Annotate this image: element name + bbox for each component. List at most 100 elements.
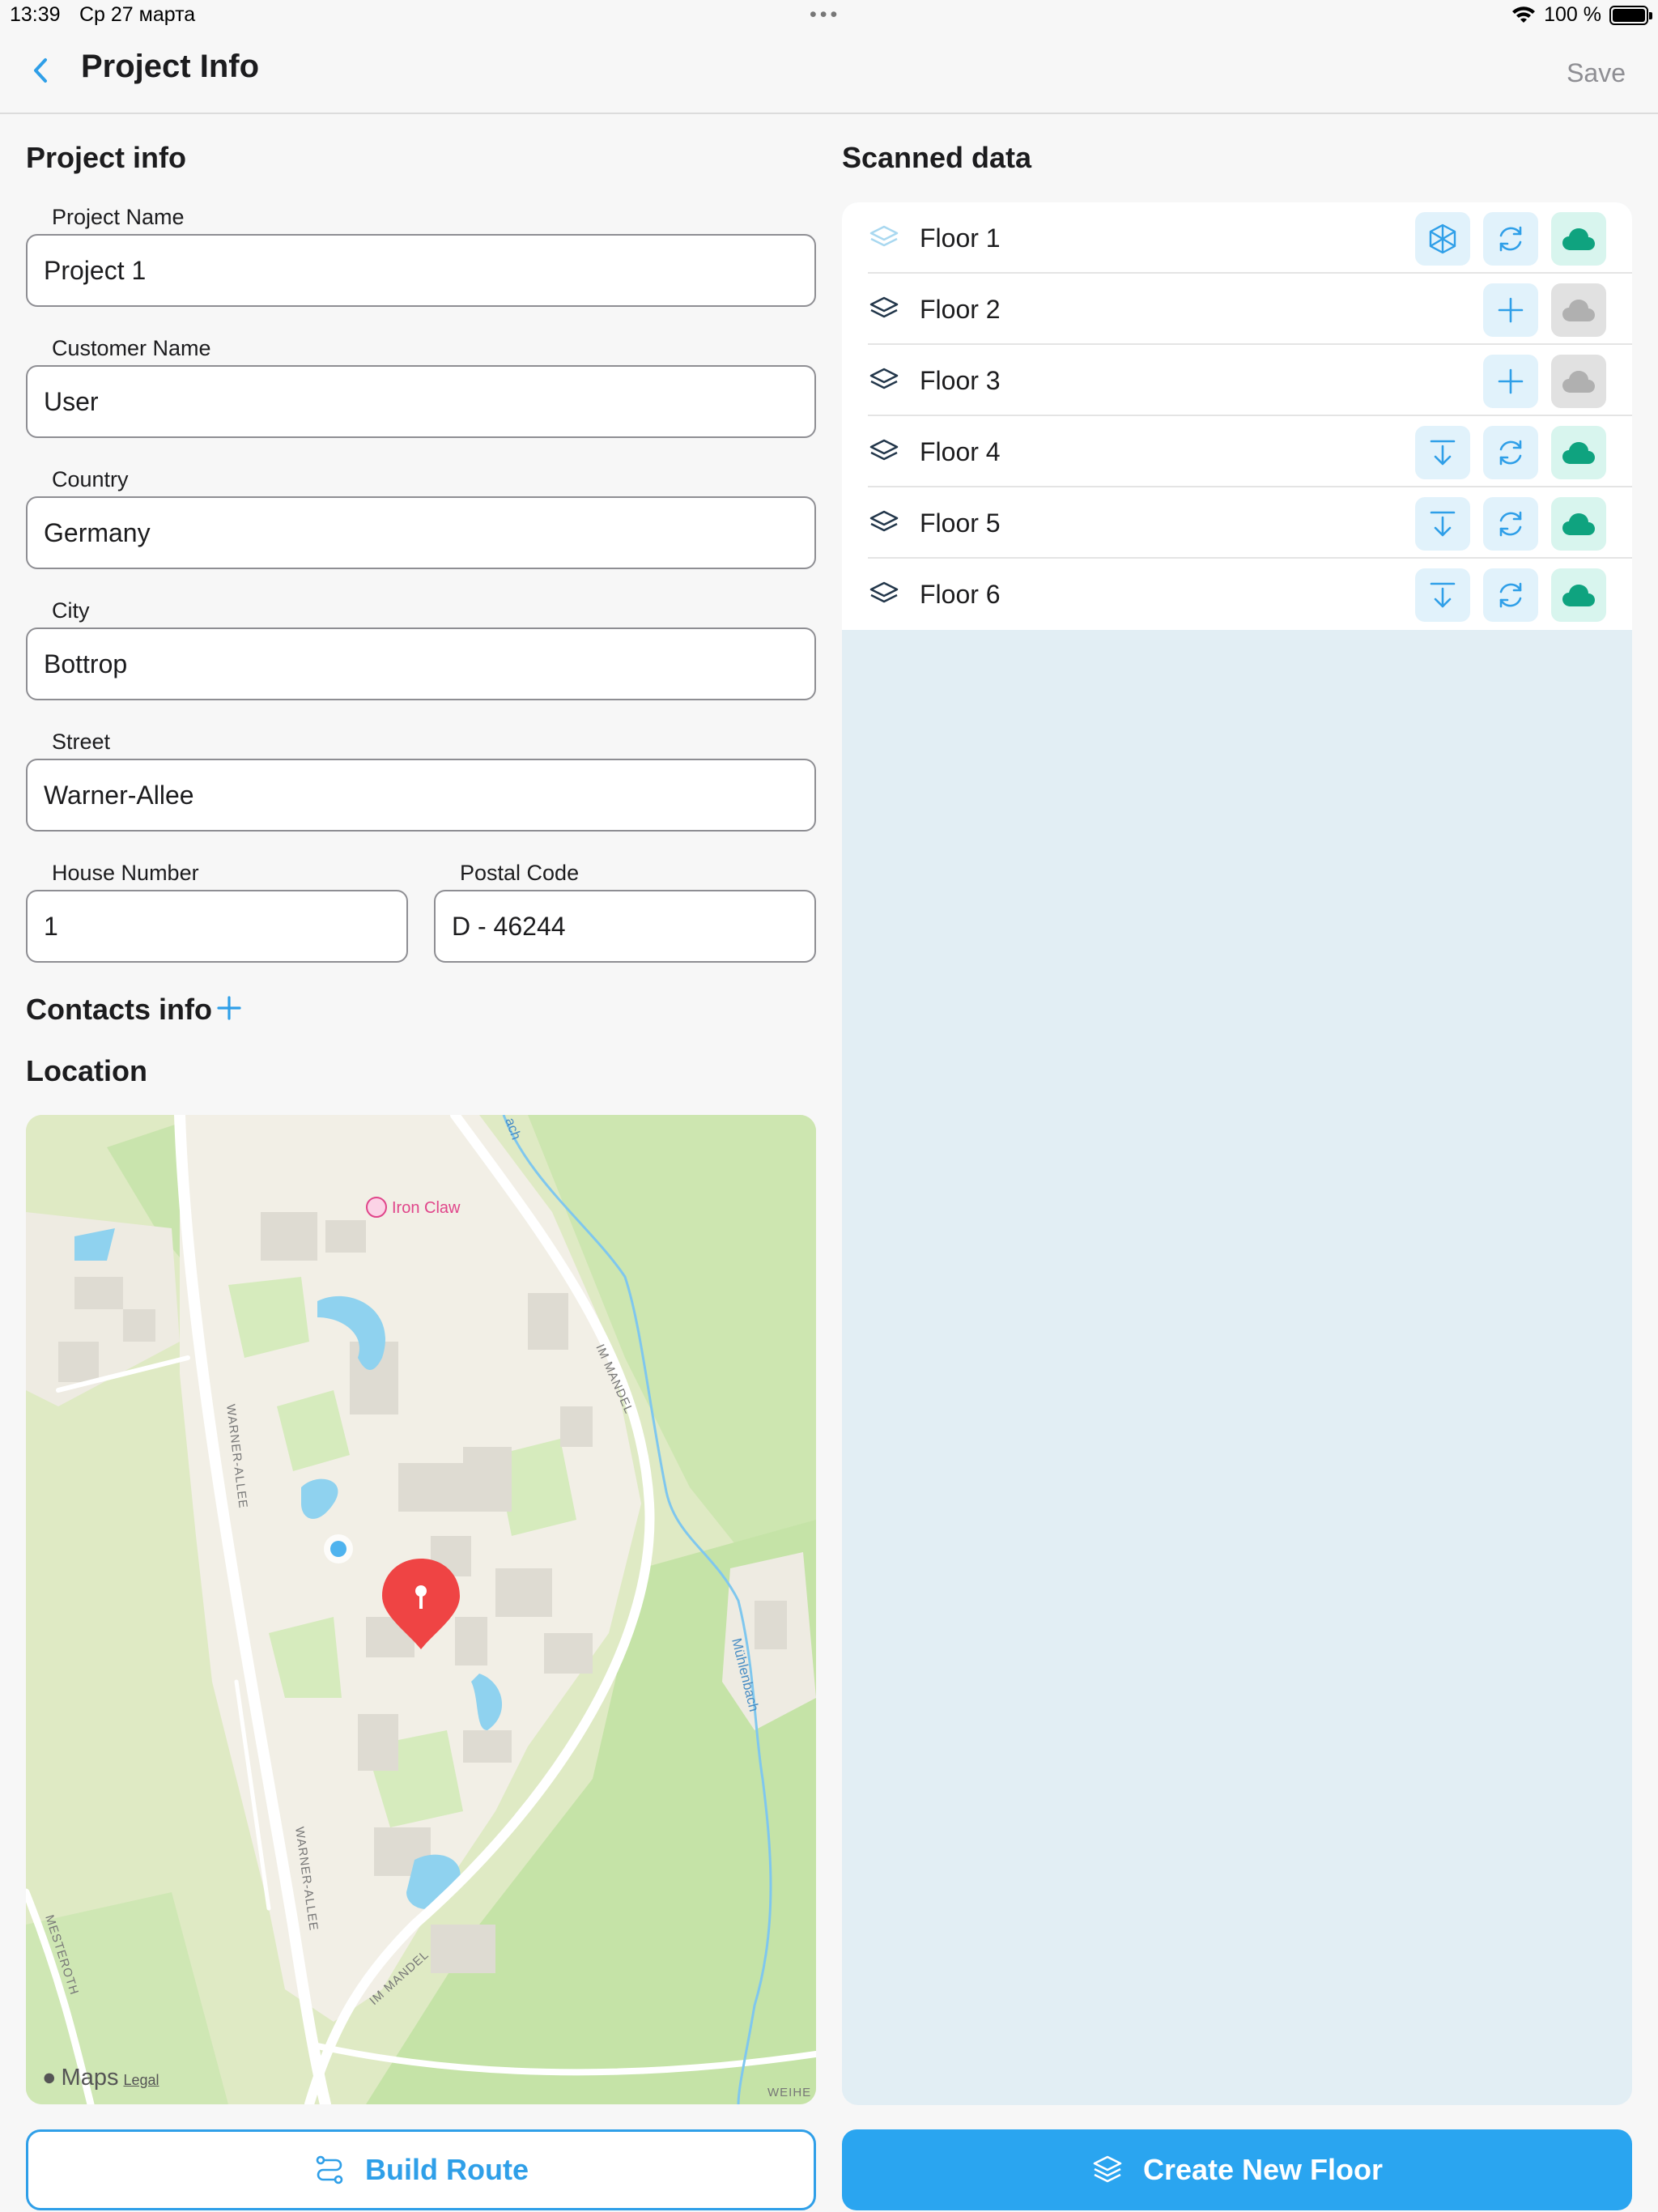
floor-name: Floor 6 — [920, 579, 1001, 609]
layers-icon — [869, 510, 899, 532]
postal-code-label: Postal Code — [460, 861, 580, 885]
cloud-synced-icon — [1562, 585, 1595, 606]
layers-icon — [869, 368, 899, 389]
view-3d-button[interactable] — [1415, 212, 1470, 266]
add-scan-button[interactable] — [1483, 355, 1538, 408]
floor-row[interactable]: Floor 1 — [842, 202, 1632, 274]
sync-icon — [1499, 226, 1522, 252]
cloud-synced-icon — [1562, 442, 1595, 464]
sync-button[interactable] — [1483, 426, 1538, 479]
city-input[interactable]: Bottrop — [26, 627, 816, 700]
build-route-button[interactable]: Build Route — [26, 2129, 816, 2210]
cloud-status-button[interactable] — [1551, 497, 1606, 551]
cloud-status-button[interactable] — [1551, 568, 1606, 622]
floor-name: Floor 1 — [920, 223, 1001, 253]
sync-button[interactable] — [1483, 497, 1538, 551]
create-new-floor-label: Create New Floor — [1142, 2153, 1384, 2186]
layers-icon — [869, 296, 899, 318]
add-icon — [1498, 297, 1524, 323]
floor-name: Floor 4 — [920, 436, 1001, 466]
cloud-not-synced-icon — [1562, 371, 1595, 393]
download-icon — [1430, 440, 1456, 466]
postal-code-value: D - 46244 — [452, 911, 566, 941]
floor-name: Floor 2 — [920, 294, 1001, 324]
status-right: 100 % — [1511, 3, 1652, 27]
street-label: Street — [52, 730, 111, 754]
street-input[interactable]: Warner-Allee — [26, 759, 816, 832]
layers-icon — [869, 225, 899, 247]
postal-code-input[interactable]: D - 46244 — [434, 890, 816, 963]
route-icon — [316, 2155, 343, 2184]
floor-row[interactable]: Floor 6 — [842, 559, 1632, 630]
status-date: Ср 27 марта — [79, 3, 196, 26]
street-value: Warner-Allee — [44, 780, 194, 810]
country-value: Germany — [44, 517, 151, 547]
battery-icon — [1609, 5, 1652, 25]
plus-icon — [217, 996, 241, 1020]
3d-model-icon — [1429, 223, 1456, 254]
add-scan-button[interactable] — [1483, 283, 1538, 337]
page-title: Project Info — [81, 49, 260, 84]
download-button[interactable] — [1415, 426, 1470, 479]
floor-list: Floor 1 Floor 2 Floor 3 Floor 4 Floor 5 … — [842, 202, 1632, 630]
download-icon — [1430, 582, 1456, 608]
add-icon — [1498, 368, 1524, 394]
sync-icon — [1499, 440, 1522, 466]
poi-label: Iron Claw — [392, 1199, 461, 1217]
cloud-status-button[interactable] — [1551, 283, 1606, 337]
house-number-label: House Number — [52, 861, 199, 885]
floor-row[interactable]: Floor 5 — [842, 487, 1632, 559]
sync-icon — [1499, 511, 1522, 537]
contacts-info-title: Contacts info — [26, 993, 212, 1026]
floor-name: Floor 5 — [920, 508, 1001, 538]
status-time: 13:39 — [10, 3, 61, 26]
maps-attribution: ● Maps Legal — [42, 2065, 159, 2091]
project-name-value: Project 1 — [44, 255, 147, 285]
cloud-synced-icon — [1562, 228, 1595, 250]
customer-name-value: User — [44, 386, 99, 416]
maps-brand-label: Maps — [61, 2065, 119, 2091]
sync-icon — [1499, 582, 1522, 608]
apple-logo-icon: ● — [42, 2065, 57, 2091]
create-new-floor-button[interactable]: Create New Floor — [842, 2129, 1632, 2210]
country-input[interactable]: Germany — [26, 496, 816, 569]
download-button[interactable] — [1415, 568, 1470, 622]
customer-name-input[interactable]: User — [26, 365, 816, 438]
cloud-synced-icon — [1562, 513, 1595, 535]
sync-button[interactable] — [1483, 568, 1538, 622]
build-route-label: Build Route — [365, 2153, 529, 2186]
legal-link[interactable]: Legal — [123, 2072, 159, 2089]
nav-divider — [0, 113, 1658, 114]
cloud-status-button[interactable] — [1551, 426, 1606, 479]
cloud-status-button[interactable] — [1551, 212, 1606, 266]
wifi-icon — [1512, 6, 1536, 23]
country-label: Country — [52, 467, 129, 491]
multitasking-dots[interactable]: ••• — [810, 3, 840, 27]
house-number-input[interactable]: 1 — [26, 890, 408, 963]
scanned-data-title: Scanned data — [842, 141, 1032, 174]
project-name-label: Project Name — [52, 205, 185, 229]
layers-icon — [869, 439, 899, 461]
road-label-weihe: WEIHE — [767, 2086, 811, 2099]
add-contact-button[interactable] — [215, 994, 243, 1022]
chevron-left-icon — [34, 58, 47, 83]
location-map[interactable]: Iron Claw WARNER-ALLEE WARNER-ALLEE IM M… — [26, 1115, 816, 2104]
floor-name: Floor 3 — [920, 365, 1001, 395]
location-title: Location — [26, 1054, 147, 1087]
cloud-status-button[interactable] — [1551, 355, 1606, 408]
back-button[interactable] — [26, 52, 58, 89]
city-label: City — [52, 598, 90, 623]
floor-row[interactable]: Floor 2 — [842, 274, 1632, 345]
house-number-value: 1 — [44, 911, 58, 941]
sync-button[interactable] — [1483, 212, 1538, 266]
download-icon — [1430, 511, 1456, 537]
floor-row[interactable]: Floor 3 — [842, 345, 1632, 416]
cloud-not-synced-icon — [1562, 300, 1595, 321]
project-info-title: Project info — [26, 141, 187, 174]
download-button[interactable] — [1415, 497, 1470, 551]
save-button[interactable]: Save — [1567, 58, 1626, 88]
layers-icon — [869, 581, 899, 603]
floor-row[interactable]: Floor 4 — [842, 416, 1632, 487]
project-name-input[interactable]: Project 1 — [26, 234, 816, 307]
battery-percent: 100 % — [1544, 3, 1601, 26]
